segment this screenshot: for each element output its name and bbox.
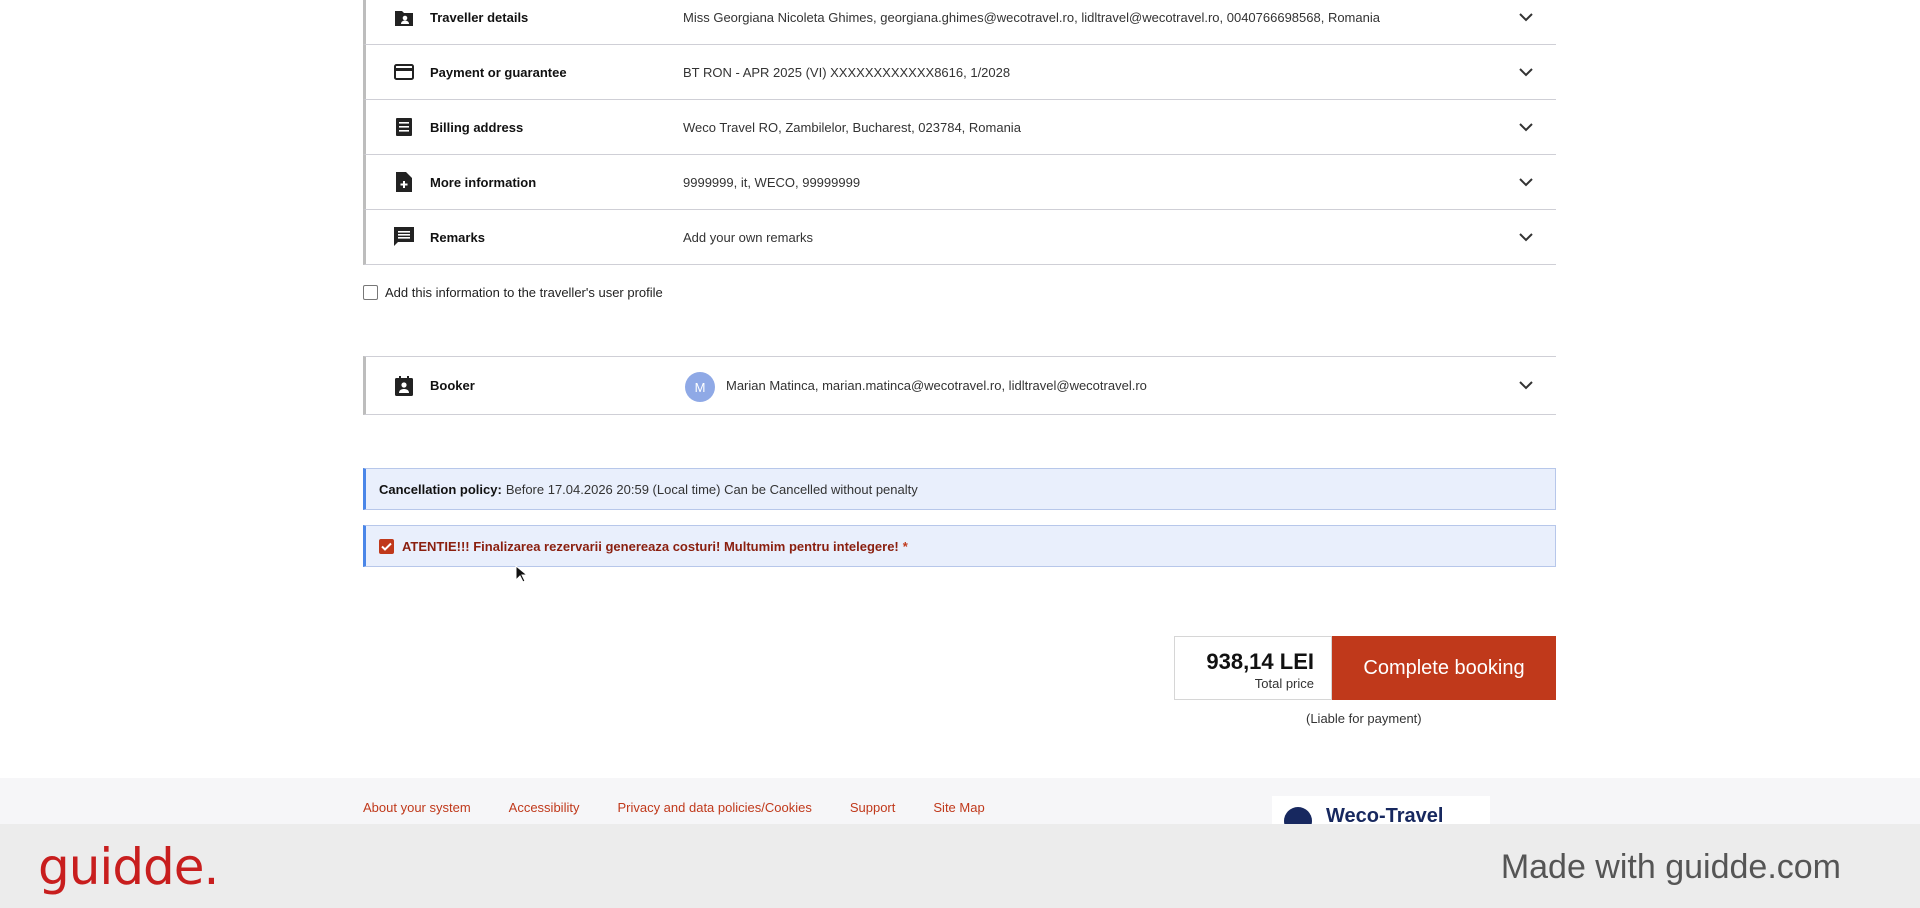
chevron-down-icon[interactable] [1515, 375, 1537, 397]
section-value: 9999999, it, WECO, 99999999 [683, 174, 861, 190]
footer-link-support[interactable]: Support [850, 800, 896, 815]
attention-checkbox[interactable] [379, 538, 394, 554]
person-folder-icon [393, 7, 415, 29]
contact-card-icon [393, 375, 415, 397]
guidde-banner: guidde. Made with guidde.com [0, 824, 1920, 908]
liable-note: (Liable for payment) [1306, 711, 1422, 726]
section-booker[interactable]: Booker M Marian Matinca, marian.matinca@… [363, 356, 1556, 415]
required-mark: * [902, 538, 908, 554]
chevron-down-icon[interactable] [1515, 6, 1537, 28]
section-title: Payment or guarantee [430, 64, 567, 80]
chevron-down-icon[interactable] [1515, 226, 1537, 248]
section-title: Remarks [430, 229, 485, 245]
section-remarks[interactable]: Remarks Add your own remarks [363, 210, 1556, 265]
footer: About your system Accessibility Privacy … [0, 778, 1920, 824]
cancellation-policy: Cancellation policy: Before 17.04.2026 2… [363, 468, 1556, 510]
footer-links: About your system Accessibility Privacy … [363, 800, 1023, 815]
add-document-icon [393, 171, 415, 193]
section-billing-address[interactable]: Billing address Weco Travel RO, Zambilel… [363, 100, 1556, 155]
section-title: Billing address [430, 119, 524, 135]
section-title: Booker [430, 378, 475, 393]
section-payment[interactable]: Payment or guarantee BT RON - APR 2025 (… [363, 45, 1556, 100]
complete-booking-button[interactable]: Complete booking [1332, 636, 1556, 700]
chevron-down-icon[interactable] [1515, 116, 1537, 138]
logo-text: Weco-Travel [1326, 805, 1444, 824]
section-title: Traveller details [430, 10, 529, 25]
footer-link-privacy[interactable]: Privacy and data policies/Cookies [617, 800, 811, 815]
section-value: Miss Georgiana Nicoleta Ghimes, georgian… [683, 10, 1380, 25]
section-traveller-details[interactable]: Traveller details Miss Georgiana Nicolet… [363, 0, 1556, 45]
section-more-information[interactable]: More information 9999999, it, WECO, 9999… [363, 155, 1556, 210]
check-icon [381, 542, 392, 551]
footer-link-accessibility[interactable]: Accessibility [509, 800, 580, 815]
section-value: Weco Travel RO, Zambilelor, Bucharest, 0… [683, 119, 1021, 135]
checkbox-box[interactable] [363, 285, 378, 300]
section-value: Add your own remarks [683, 229, 814, 245]
price-label: Total price [1254, 676, 1314, 691]
section-title: More information [430, 174, 537, 190]
comment-icon [393, 226, 415, 248]
avatar: M [685, 372, 715, 402]
booking-summary: Traveller details Miss Georgiana Nicolet… [363, 0, 1556, 265]
section-value: Marian Matinca, marian.matinca@wecotrave… [726, 378, 1147, 393]
footer-link-about[interactable]: About your system [363, 800, 471, 815]
attention-confirmation[interactable]: ATENTIE!!! Finalizarea rezervarii genere… [363, 525, 1556, 567]
cancellation-label: Cancellation policy: [379, 481, 502, 497]
footer-link-sitemap[interactable]: Site Map [933, 800, 984, 815]
credit-card-icon [393, 61, 415, 83]
guidde-logo: guidde. [38, 838, 219, 896]
made-with-text: Made with guidde.com [1500, 848, 1841, 886]
mouse-cursor-icon [515, 565, 527, 583]
document-list-icon [393, 116, 415, 138]
logo-mark [1284, 807, 1312, 824]
section-value: BT RON - APR 2025 (VI) XXXXXXXXXXXX8616,… [683, 64, 1011, 80]
cancellation-text: Before 17.04.2026 20:59 (Local time) Can… [505, 481, 918, 497]
price-amount: 938,14 LEI [1206, 649, 1314, 674]
weco-travel-logo: Weco-Travel [1272, 796, 1490, 824]
chevron-down-icon[interactable] [1515, 171, 1537, 193]
add-to-profile-checkbox[interactable]: Add this information to the traveller's … [363, 285, 663, 300]
total-price-box: 938,14 LEI Total price [1174, 636, 1332, 700]
attention-text: ATENTIE!!! Finalizarea rezervarii genere… [402, 538, 899, 554]
chevron-down-icon[interactable] [1515, 61, 1537, 83]
checkbox-label: Add this information to the traveller's … [385, 285, 663, 300]
